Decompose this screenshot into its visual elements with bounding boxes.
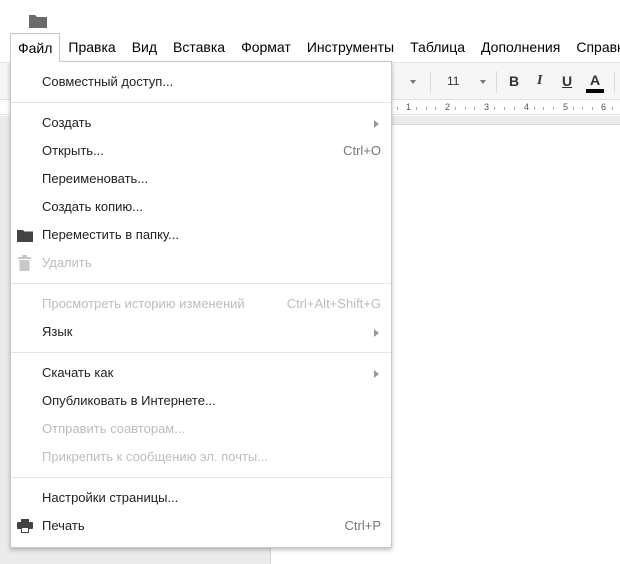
font-size-select[interactable]: 11 [447, 74, 459, 88]
menu-item-label: Скачать как [42, 365, 114, 380]
ruler-tick [582, 107, 583, 110]
printer-icon [17, 519, 33, 533]
menu-item-open[interactable]: Открыть... Ctrl+O [11, 137, 391, 165]
menu-item-shortcut: Ctrl+P [344, 518, 381, 533]
submenu-arrow-icon [374, 329, 379, 337]
menu-item-download-as[interactable]: Скачать как [11, 359, 391, 387]
folder-icon [17, 230, 33, 242]
menu-item-label: Отправить соавторам... [42, 421, 186, 436]
ruler-tick [426, 107, 427, 110]
trash-icon [18, 255, 31, 271]
menu-item-print[interactable]: Печать Ctrl+P [11, 512, 391, 540]
text-color-swatch [586, 89, 604, 93]
menu-item-label: Открыть... [42, 143, 104, 158]
menu-item-publish[interactable]: Опубликовать в Интернете... [11, 387, 391, 415]
toolbar-separator [614, 71, 615, 93]
menu-item-label: Переименовать... [42, 171, 149, 186]
text-color-label: A [589, 72, 601, 88]
menu-item-label: Прикрепить к сообщению эл. почты... [42, 449, 269, 464]
submenu-arrow-icon [374, 120, 379, 128]
bold-button[interactable]: B [509, 73, 519, 89]
ruler-tick [474, 107, 475, 110]
menu-addons[interactable]: Дополнения [473, 33, 568, 61]
menu-divider [11, 352, 391, 353]
ruler-tick [534, 107, 535, 110]
menu-item-label: Печать [42, 518, 85, 533]
ruler-tick [573, 107, 574, 110]
ruler-label: 5 [563, 102, 569, 112]
menu-item-email-attachment[interactable]: Прикрепить к сообщению эл. почты... [11, 443, 391, 471]
menu-item-label: Создать [42, 115, 92, 130]
menu-item-page-setup[interactable]: Настройки страницы... [11, 484, 391, 512]
menu-divider [11, 102, 391, 103]
menu-item-label: Удалить [42, 255, 92, 270]
ruler-tick [465, 107, 466, 110]
menu-file[interactable]: Файл [10, 33, 61, 62]
menu-item-create[interactable]: Создать [11, 109, 391, 137]
ruler-tick [553, 107, 554, 110]
menu-item-label: Опубликовать в Интернете... [42, 393, 216, 408]
ruler-tick [592, 107, 593, 110]
submenu-arrow-icon [374, 370, 379, 378]
menu-item-make-copy[interactable]: Создать копию... [11, 193, 391, 221]
ruler-label: 6 [601, 102, 607, 112]
italic-button[interactable]: I [537, 73, 542, 89]
file-menu-dropdown: Совместный доступ... Создать Открыть... … [10, 61, 392, 548]
menu-item-language[interactable]: Язык [11, 318, 391, 346]
menu-bar: Файл Правка Вид Вставка Формат Инструмен… [0, 33, 620, 62]
menu-edit[interactable]: Правка [60, 33, 123, 61]
ruler-tick [455, 107, 456, 110]
ruler-tick [435, 107, 436, 110]
ruler-tick [397, 107, 398, 110]
underline-button[interactable]: U [562, 73, 572, 89]
menu-view[interactable]: Вид [124, 33, 165, 61]
menu-divider [11, 477, 391, 478]
folder-icon[interactable] [29, 14, 47, 28]
ruler-label: 2 [445, 102, 451, 112]
menu-item-shortcut: Ctrl+O [343, 143, 381, 158]
top-bar [0, 0, 620, 36]
menu-item-email-collaborators[interactable]: Отправить соавторам... [11, 415, 391, 443]
menu-item-label: Просмотреть историю изменений [42, 296, 245, 311]
ruler-label: 1 [406, 102, 412, 112]
font-dropdown-arrow[interactable] [410, 80, 416, 84]
menu-item-delete[interactable]: Удалить [11, 249, 391, 277]
menu-help[interactable]: Справка [568, 33, 620, 61]
menu-format[interactable]: Формат [233, 33, 299, 61]
toolbar-separator [496, 71, 497, 93]
ruler-tick [543, 107, 544, 110]
menu-item-label: Создать копию... [42, 199, 143, 214]
toolbar-separator [430, 71, 431, 93]
menu-item-share[interactable]: Совместный доступ... [11, 68, 391, 96]
ruler-tick [514, 107, 515, 110]
menu-item-label: Переместить в папку... [42, 227, 179, 242]
menu-item-revision-history[interactable]: Просмотреть историю изменений Ctrl+Alt+S… [11, 290, 391, 318]
menu-tools[interactable]: Инструменты [299, 33, 402, 61]
ruler-tick [416, 107, 417, 110]
ruler-label: 3 [484, 102, 490, 112]
menu-insert[interactable]: Вставка [165, 33, 233, 61]
menu-item-move-to-folder[interactable]: Переместить в папку... [11, 221, 391, 249]
ruler-tick [504, 107, 505, 110]
font-size-dropdown-arrow[interactable] [480, 80, 486, 84]
menu-item-label: Язык [42, 324, 73, 339]
menu-divider [11, 283, 391, 284]
menu-item-shortcut: Ctrl+Alt+Shift+G [286, 296, 381, 311]
menu-item-label: Совместный доступ... [42, 74, 174, 89]
menu-item-rename[interactable]: Переименовать... [11, 165, 391, 193]
ruler-label: 4 [524, 102, 530, 112]
text-color-button[interactable]: A [584, 71, 606, 93]
ruler-tick [494, 107, 495, 110]
ruler-tick [612, 107, 613, 110]
menu-table[interactable]: Таблица [402, 33, 473, 61]
menu-item-label: Настройки страницы... [42, 490, 179, 505]
